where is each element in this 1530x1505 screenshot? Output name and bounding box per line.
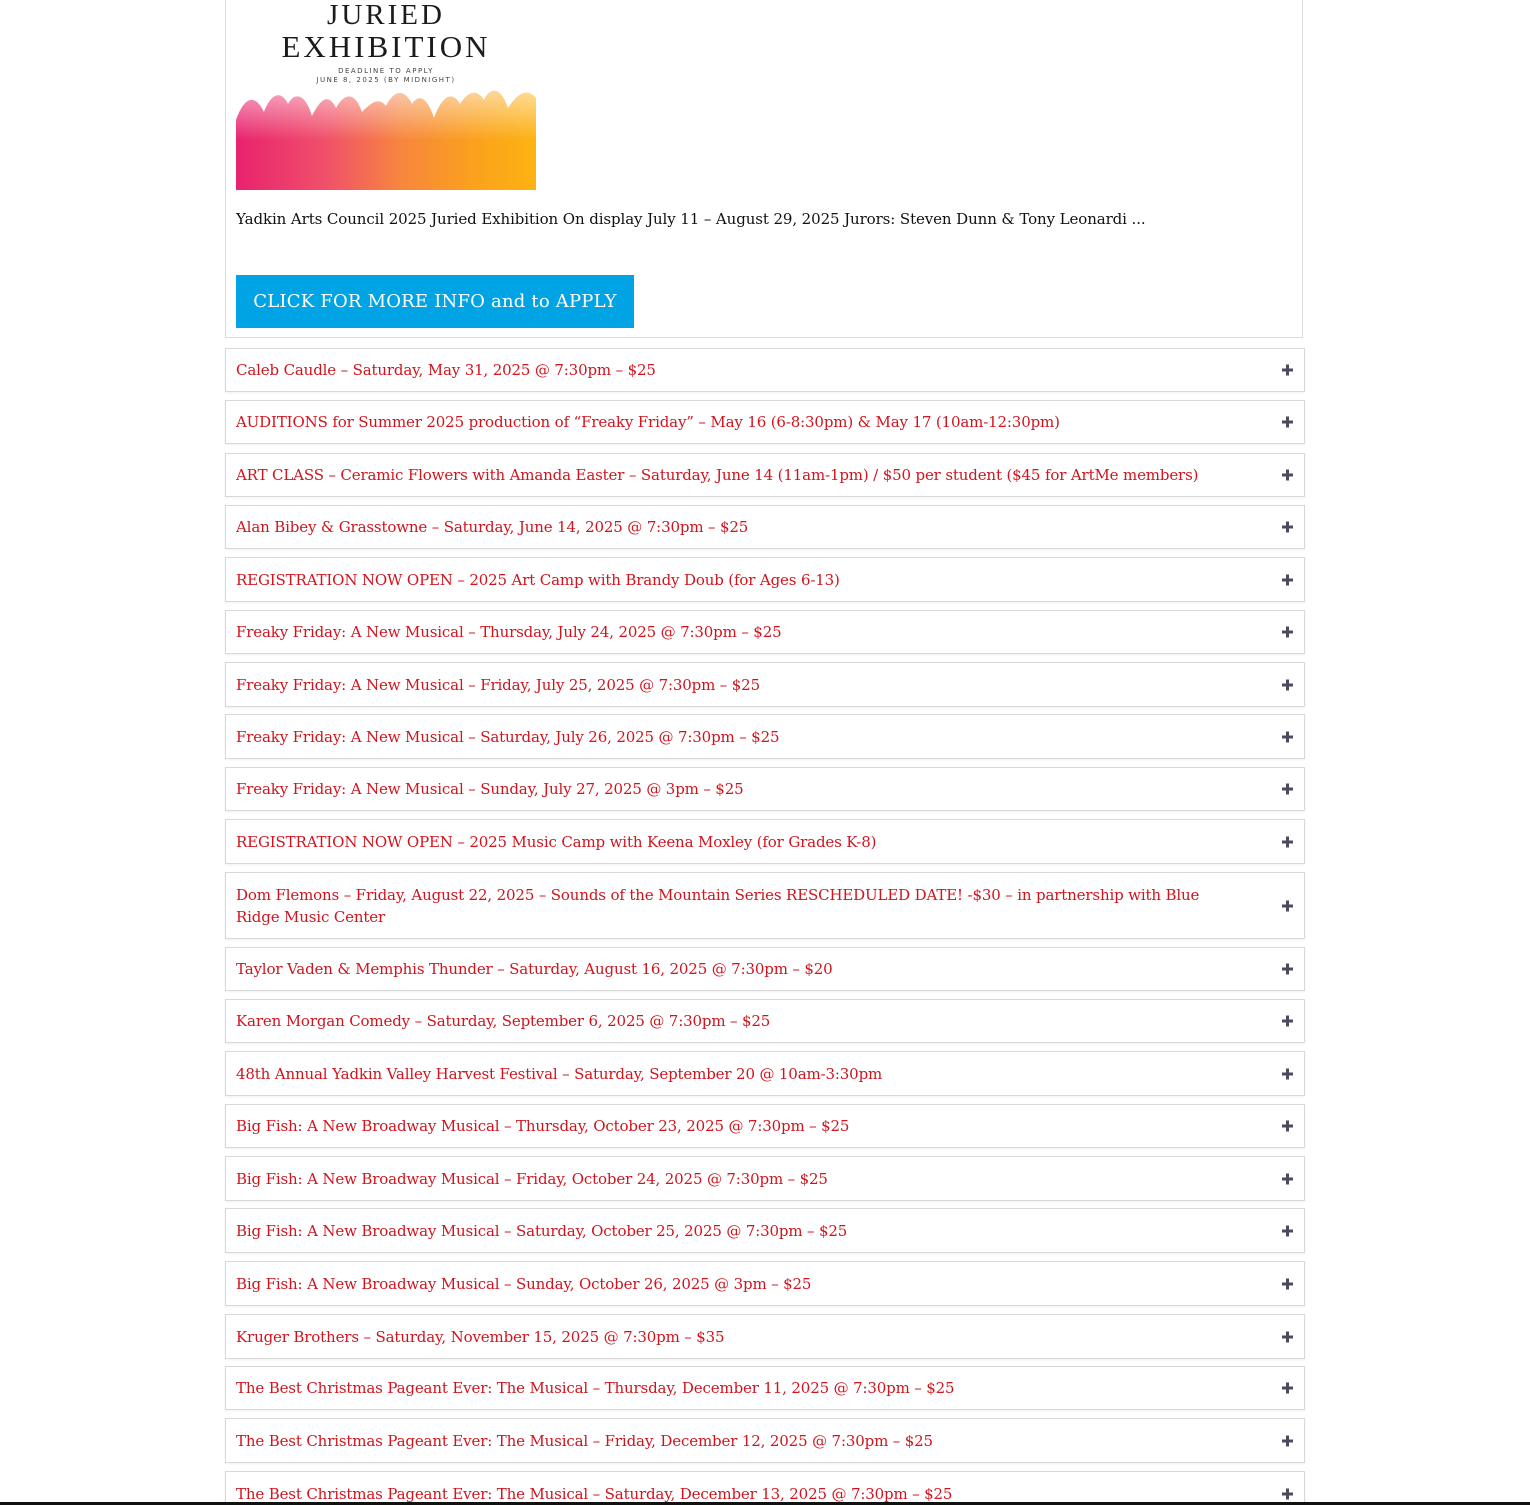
accordion-item-title[interactable]: Taylor Vaden & Memphis Thunder – Saturda…: [236, 958, 1244, 980]
poster-heading-line1: JURIED: [327, 0, 445, 31]
plus-icon[interactable]: [1282, 626, 1293, 638]
accordion-item-title[interactable]: Kruger Brothers – Saturday, November 15,…: [236, 1326, 1244, 1348]
accordion-item-title[interactable]: Big Fish: A New Broadway Musical – Sunda…: [236, 1273, 1244, 1295]
accordion-item-title[interactable]: Dom Flemons – Friday, August 22, 2025 – …: [236, 884, 1244, 928]
accordion-item-title[interactable]: 48th Annual Yadkin Valley Harvest Festiv…: [236, 1063, 1244, 1085]
plus-icon[interactable]: [1282, 1331, 1293, 1342]
accordion-item-title[interactable]: AUDITIONS for Summer 2025 production of …: [236, 411, 1244, 433]
accordion-item[interactable]: Taylor Vaden & Memphis Thunder – Saturda…: [225, 947, 1305, 991]
accordion-item-title[interactable]: Freaky Friday: A New Musical – Sunday, J…: [236, 778, 1244, 800]
plus-icon[interactable]: [1282, 783, 1293, 795]
accordion-item[interactable]: Alan Bibey & Grasstowne – Saturday, June…: [225, 505, 1305, 549]
more-info-apply-button[interactable]: CLICK FOR MORE INFO and to APPLY: [236, 275, 634, 328]
accordion-item-title[interactable]: Caleb Caudle – Saturday, May 31, 2025 @ …: [236, 359, 1244, 381]
plus-icon[interactable]: [1282, 416, 1293, 428]
accordion-item-title[interactable]: The Best Christmas Pageant Ever: The Mus…: [236, 1430, 1244, 1452]
accordion-item[interactable]: The Best Christmas Pageant Ever: The Mus…: [225, 1366, 1305, 1410]
accordion-item-title[interactable]: Big Fish: A New Broadway Musical – Frida…: [236, 1168, 1244, 1190]
poster-deadline-line2: JUNE 8, 2025 (BY MIDNIGHT): [315, 76, 455, 84]
plus-icon[interactable]: [1282, 1120, 1293, 1132]
accordion-item[interactable]: REGISTRATION NOW OPEN – 2025 Music Camp …: [225, 819, 1305, 864]
plus-icon[interactable]: [1282, 731, 1293, 742]
plus-icon[interactable]: [1282, 1225, 1293, 1236]
plus-icon[interactable]: [1282, 469, 1293, 481]
accordion-item-title[interactable]: Alan Bibey & Grasstowne – Saturday, June…: [236, 516, 1244, 538]
event-excerpt: Yadkin Arts Council 2025 Juried Exhibiti…: [236, 210, 1146, 228]
accordion-item[interactable]: Kruger Brothers – Saturday, November 15,…: [225, 1314, 1305, 1359]
accordion-item-title[interactable]: Freaky Friday: A New Musical – Saturday,…: [236, 726, 1244, 748]
plus-icon[interactable]: [1282, 521, 1293, 533]
accordion-item[interactable]: Freaky Friday: A New Musical – Friday, J…: [225, 662, 1305, 707]
accordion-item-title[interactable]: Freaky Friday: A New Musical – Friday, J…: [236, 674, 1244, 696]
accordion-item-title[interactable]: REGISTRATION NOW OPEN – 2025 Art Camp wi…: [236, 569, 1244, 591]
accordion-item-title[interactable]: Big Fish: A New Broadway Musical – Thurs…: [236, 1115, 1244, 1137]
accordion-item[interactable]: AUDITIONS for Summer 2025 production of …: [225, 400, 1305, 444]
accordion-item-title[interactable]: The Best Christmas Pageant Ever: The Mus…: [236, 1377, 1244, 1399]
events-page: JURIED EXHIBITION DEADLINE TO APPLY JUNE…: [0, 0, 1530, 1505]
accordion-item-title[interactable]: REGISTRATION NOW OPEN – 2025 Music Camp …: [236, 831, 1244, 853]
accordion-item-title[interactable]: Big Fish: A New Broadway Musical – Satur…: [236, 1220, 1244, 1242]
accordion-item[interactable]: The Best Christmas Pageant Ever: The Mus…: [225, 1418, 1305, 1463]
accordion-item[interactable]: Freaky Friday: A New Musical – Thursday,…: [225, 610, 1305, 654]
plus-icon[interactable]: [1282, 574, 1293, 585]
poster-artwork: JURIED EXHIBITION DEADLINE TO APPLY JUNE…: [236, 0, 536, 190]
plus-icon[interactable]: [1282, 963, 1293, 975]
plus-icon[interactable]: [1282, 1488, 1293, 1500]
accordion-item[interactable]: The Best Christmas Pageant Ever: The Mus…: [225, 1471, 1305, 1505]
plus-icon[interactable]: [1282, 1173, 1293, 1184]
plus-icon[interactable]: [1282, 679, 1293, 690]
accordion-item[interactable]: Big Fish: A New Broadway Musical – Frida…: [225, 1156, 1305, 1201]
accordion-item-title[interactable]: ART CLASS – Ceramic Flowers with Amanda …: [236, 464, 1244, 486]
plus-icon[interactable]: [1282, 1435, 1293, 1446]
plus-icon[interactable]: [1282, 1382, 1293, 1394]
accordion-item[interactable]: REGISTRATION NOW OPEN – 2025 Art Camp wi…: [225, 557, 1305, 602]
poster-heading-line2: EXHIBITION: [281, 29, 490, 64]
accordion-item[interactable]: Caleb Caudle – Saturday, May 31, 2025 @ …: [225, 348, 1305, 392]
plus-icon[interactable]: [1282, 364, 1293, 376]
plus-icon[interactable]: [1282, 1015, 1293, 1027]
accordion-item[interactable]: ART CLASS – Ceramic Flowers with Amanda …: [225, 453, 1305, 497]
accordion-item[interactable]: Big Fish: A New Broadway Musical – Satur…: [225, 1208, 1305, 1253]
plus-icon[interactable]: [1282, 900, 1293, 911]
plus-icon[interactable]: [1282, 1068, 1293, 1079]
accordion-item-title[interactable]: Karen Morgan Comedy – Saturday, Septembe…: [236, 1010, 1244, 1032]
accordion-item[interactable]: Dom Flemons – Friday, August 22, 2025 – …: [225, 872, 1305, 939]
accordion-item[interactable]: Big Fish: A New Broadway Musical – Sunda…: [225, 1261, 1305, 1306]
plus-icon[interactable]: [1282, 1278, 1293, 1289]
plus-icon[interactable]: [1282, 836, 1293, 847]
juried-exhibition-poster[interactable]: JURIED EXHIBITION DEADLINE TO APPLY JUNE…: [236, 0, 536, 190]
accordion-item[interactable]: Big Fish: A New Broadway Musical – Thurs…: [225, 1104, 1305, 1148]
accordion-item[interactable]: Karen Morgan Comedy – Saturday, Septembe…: [225, 999, 1305, 1043]
accordion-item[interactable]: 48th Annual Yadkin Valley Harvest Festiv…: [225, 1051, 1305, 1096]
accordion-item[interactable]: Freaky Friday: A New Musical – Sunday, J…: [225, 767, 1305, 811]
poster-deadline-line1: DEADLINE TO APPLY: [338, 67, 434, 75]
accordion-item[interactable]: Freaky Friday: A New Musical – Saturday,…: [225, 714, 1305, 759]
accordion-item-title[interactable]: Freaky Friday: A New Musical – Thursday,…: [236, 621, 1244, 643]
